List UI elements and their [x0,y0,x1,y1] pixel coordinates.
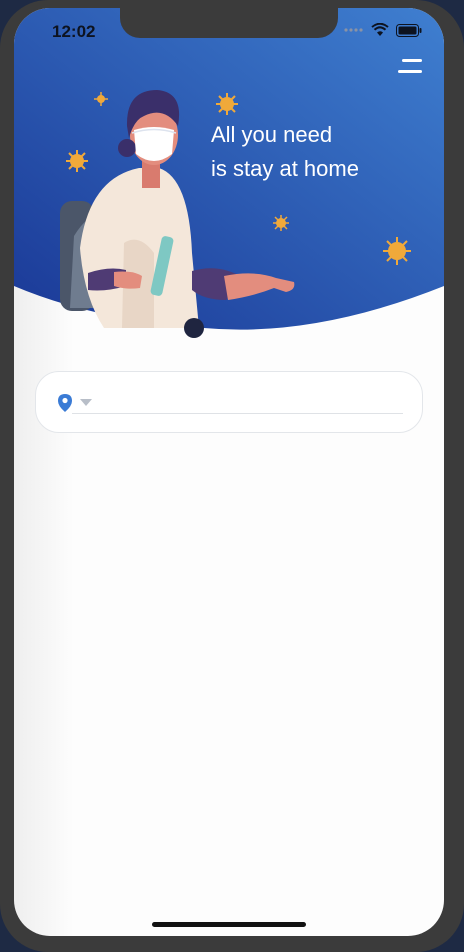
headline-line-2: is stay at home [211,156,359,181]
virus-icon [216,93,238,115]
status-time: 12:02 [52,22,96,41]
device-notch [120,8,338,38]
wifi-icon [371,23,389,36]
location-pin-icon [58,394,72,412]
home-indicator [152,922,306,927]
virus-icon [273,215,289,231]
status-icons [344,23,422,37]
virus-icon [66,150,88,172]
location-input[interactable] [72,392,403,414]
chevron-down-icon[interactable] [80,399,92,407]
battery-icon [396,23,422,37]
virus-icon [383,237,411,265]
signal-dots-icon [344,28,363,32]
headline-line-1: All you need [211,122,333,147]
hero-headline: All you need is stay at home [211,118,359,186]
phone-frame: 12:02 All you need is stay at home [0,0,464,952]
menu-icon[interactable] [398,58,422,76]
app-screen: 12:02 All you need is stay at home [14,8,444,936]
location-selector[interactable] [35,371,423,433]
